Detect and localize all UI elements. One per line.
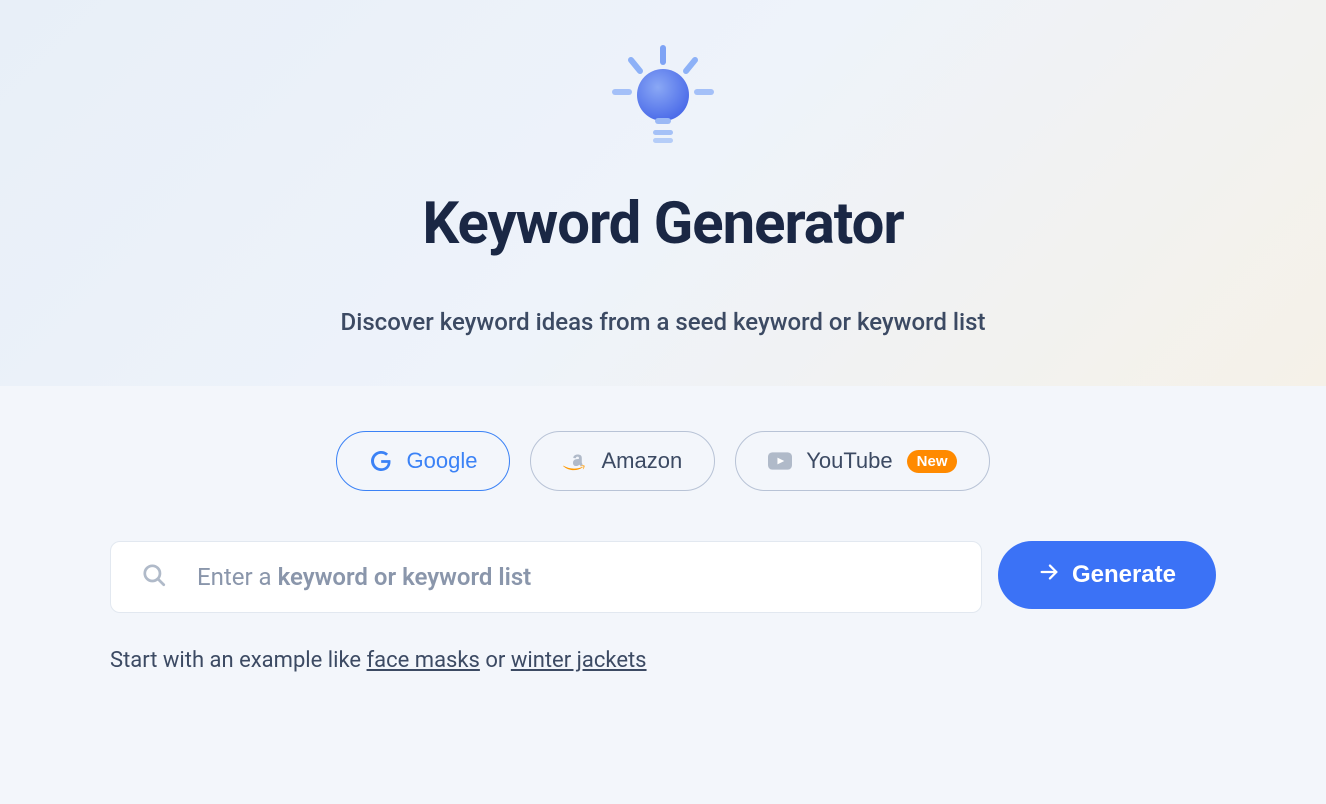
- tab-amazon[interactable]: Amazon: [530, 431, 715, 491]
- tab-label: Google: [407, 448, 478, 474]
- tab-youtube[interactable]: YouTube New: [735, 431, 990, 491]
- tab-label: YouTube: [806, 448, 892, 474]
- page-subtitle: Discover keyword ideas from a seed keywo…: [0, 308, 1326, 336]
- content-section: Google Amazon YouTube New: [0, 386, 1326, 718]
- search-input[interactable]: [197, 563, 951, 591]
- generate-button-label: Generate: [1072, 561, 1176, 589]
- lightbulb-icon: [603, 40, 723, 160]
- youtube-icon: [768, 449, 792, 473]
- google-icon: [369, 449, 393, 473]
- page-title: Keyword Generator: [0, 190, 1326, 258]
- generate-button[interactable]: Generate: [998, 541, 1216, 609]
- amazon-icon: [563, 449, 587, 473]
- example-text: Start with an example like face masks or…: [0, 648, 1326, 673]
- example-link-winter-jackets[interactable]: winter jackets: [511, 648, 647, 673]
- tabs-container: Google Amazon YouTube New: [0, 431, 1326, 491]
- bulb-icon-container: [0, 40, 1326, 160]
- tab-label: Amazon: [601, 448, 682, 474]
- tab-google[interactable]: Google: [336, 431, 511, 491]
- hero-section: Keyword Generator Discover keyword ideas…: [0, 0, 1326, 386]
- new-badge: New: [907, 450, 958, 473]
- search-box[interactable]: Enter a keyword or keyword list: [110, 541, 982, 613]
- search-icon: [141, 562, 167, 592]
- arrow-right-icon: [1038, 561, 1060, 589]
- search-container: Enter a keyword or keyword list Generate: [0, 541, 1326, 613]
- example-link-face-masks[interactable]: face masks: [367, 648, 480, 673]
